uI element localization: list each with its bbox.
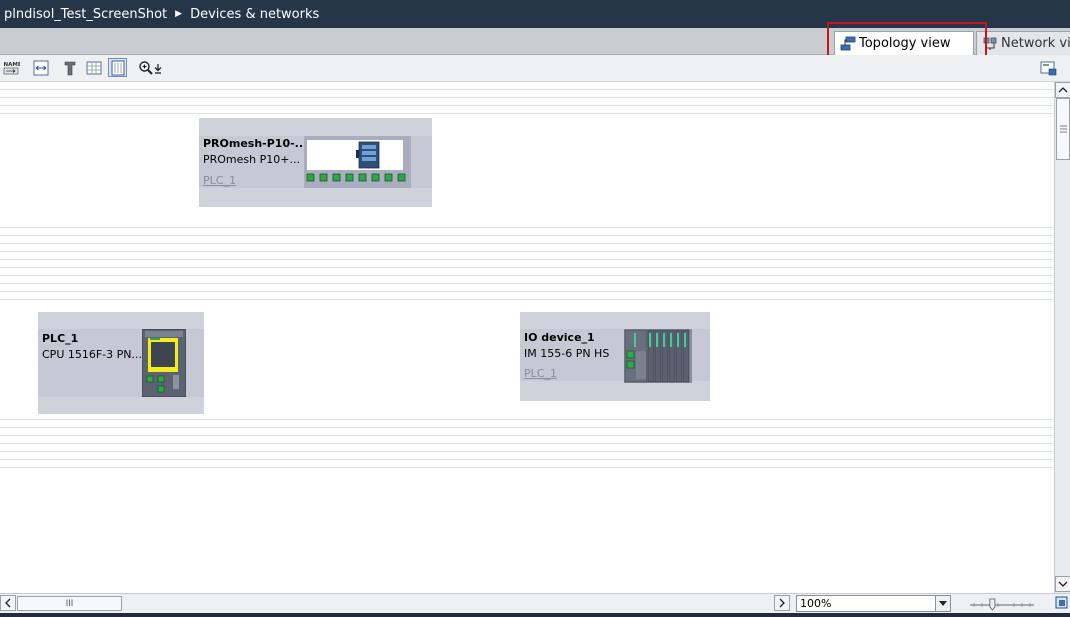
grip-icon: [1060, 125, 1067, 133]
horizontal-scroll-thumb[interactable]: III: [17, 596, 122, 611]
device-name[interactable]: PLC_1: [42, 332, 78, 345]
chevron-left-icon: [5, 598, 11, 608]
zoom-dropdown-button[interactable]: [152, 58, 164, 77]
grid-table-icon: [86, 61, 101, 74]
chevron-down-icon: [1058, 581, 1068, 587]
show-name-button[interactable]: NAME: [2, 58, 21, 77]
device-name[interactable]: IO device_1: [524, 331, 595, 344]
page-view-button[interactable]: [108, 58, 127, 77]
device-plc-link[interactable]: PLC_1: [524, 367, 557, 380]
topology-canvas[interactable]: PROmesh-P10-... PROmesh P10+... PLC_1 PL…: [0, 82, 1054, 593]
device-type: CPU 1516F-3 PN...: [42, 348, 142, 361]
fit-to-window-icon: [33, 60, 48, 75]
tab-topology-label: Topology view: [859, 36, 951, 51]
zoom-slider[interactable]: [968, 596, 1038, 612]
switch-device-icon: [304, 136, 411, 188]
rack-lines: [0, 412, 1054, 472]
zoom-select[interactable]: 100%: [796, 595, 951, 612]
device-plc-link[interactable]: PLC_1: [203, 174, 236, 187]
show-name-icon: NAME: [4, 62, 21, 75]
device-plc[interactable]: PLC_1 CPU 1516F-3 PN...: [38, 312, 204, 414]
device-promesh[interactable]: PROmesh-P10-... PROmesh P10+... PLC_1: [199, 118, 432, 207]
fit-to-window-button[interactable]: [31, 58, 50, 77]
zoom-slider-thumb[interactable]: [989, 598, 996, 611]
bottom-border: [0, 613, 1070, 617]
flag-icon: [64, 61, 75, 75]
scroll-up-button[interactable]: [1055, 82, 1070, 98]
zoom-dropdown-arrow[interactable]: [935, 596, 950, 611]
editor-toolbar: NAME: [0, 55, 1070, 82]
overview-panel-icon: [1040, 61, 1057, 75]
tia-portal-devices-networks: plndisol_Test_ScreenShot ▶ Devices & net…: [0, 0, 1070, 617]
vertical-scroll-thumb[interactable]: [1056, 98, 1070, 160]
tab-network-view[interactable]: Network view: [976, 31, 1070, 55]
network-view-icon: [983, 37, 997, 50]
grid-table-button[interactable]: [84, 58, 103, 77]
zoom-value: 100%: [800, 597, 832, 610]
triangle-right-icon: ▶: [175, 9, 183, 19]
chevron-down-icon: [939, 600, 947, 606]
section-name[interactable]: Devices & networks: [190, 7, 319, 22]
device-name[interactable]: PROmesh-P10-...: [203, 137, 307, 150]
scroll-left-button[interactable]: [0, 595, 16, 611]
chevron-right-icon: [779, 598, 785, 608]
flag-button[interactable]: [60, 58, 79, 77]
plc-cpu-icon: [142, 329, 186, 397]
device-type: PROmesh P10+...: [203, 153, 300, 166]
topology-view-icon: [840, 36, 856, 51]
vertical-scrollbar[interactable]: [1054, 82, 1070, 593]
view-tab-strip: Topology view Network view: [0, 28, 1070, 55]
tab-network-label: Network view: [1001, 36, 1070, 51]
rack-lines: [0, 220, 1054, 302]
device-io[interactable]: IO device_1 IM 155-6 PN HS PLC_1: [520, 312, 710, 401]
page-view-icon: [111, 60, 124, 75]
rack-lines: [0, 82, 1054, 114]
title-bar: plndisol_Test_ScreenShot ▶ Devices & net…: [0, 0, 1070, 28]
io-module-icon: [624, 329, 692, 383]
zoom-navigator-icon[interactable]: [1054, 595, 1069, 610]
scroll-down-button[interactable]: [1055, 576, 1070, 592]
device-type: IM 155-6 PN HS: [524, 347, 610, 360]
zoom-dropdown-icon: [154, 63, 162, 74]
project-name[interactable]: plndisol_Test_ScreenShot: [4, 7, 167, 22]
svg-text:NAME: NAME: [4, 62, 21, 68]
tab-topology-view[interactable]: Topology view: [834, 31, 974, 55]
chevron-up-icon: [1058, 87, 1068, 93]
scroll-right-button[interactable]: [774, 595, 790, 611]
overview-panel-button[interactable]: [1039, 58, 1058, 77]
